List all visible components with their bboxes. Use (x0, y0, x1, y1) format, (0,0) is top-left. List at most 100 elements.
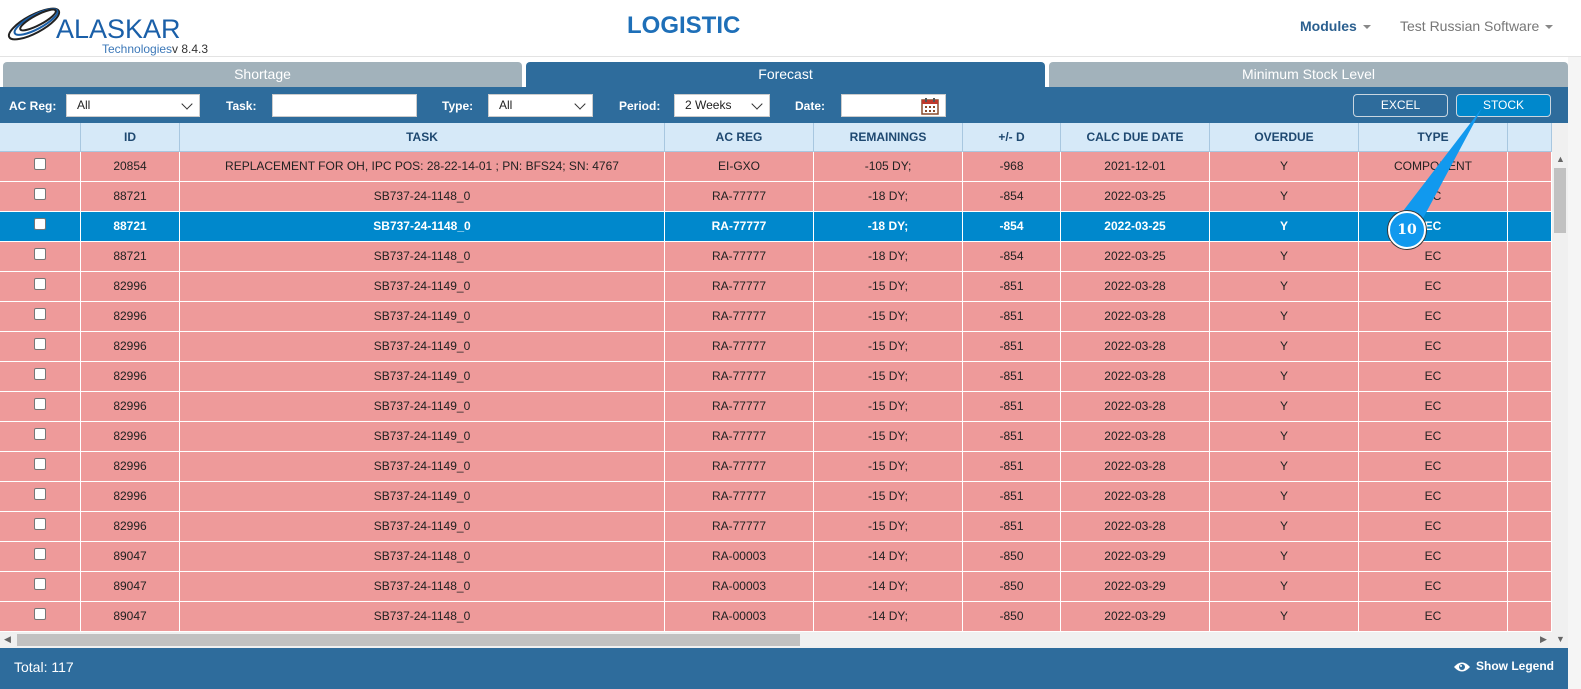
row-checkbox[interactable] (34, 367, 46, 380)
cell-overdue: Y (1210, 212, 1359, 241)
column-header-id[interactable]: ID (81, 123, 180, 151)
cell-remainings: -14 DY; (814, 602, 963, 631)
cell-remainings: -105 DY; (814, 152, 963, 181)
column-header-extra[interactable] (1508, 123, 1552, 151)
table-row[interactable]: 82996 SB737-24-1149_0 RA-77777 -15 DY; -851 2… (0, 272, 1552, 302)
cell-remainings: -15 DY; (814, 302, 963, 331)
row-checkbox[interactable] (34, 457, 46, 470)
cell-overdue: Y (1210, 542, 1359, 571)
tab-shortage[interactable]: Shortage (3, 62, 522, 87)
cell-type: EC (1359, 242, 1508, 271)
cell-id: 82996 (81, 272, 180, 301)
scroll-down-icon[interactable]: ▼ (1556, 634, 1565, 644)
cell-ac-reg: RA-77777 (665, 302, 814, 331)
column-header-select[interactable] (0, 123, 81, 151)
tab-forecast[interactable]: Forecast (526, 62, 1045, 87)
column-header-remainings[interactable]: REMAININGS (814, 123, 963, 151)
table-row[interactable]: 82996 SB737-24-1149_0 RA-77777 -15 DY; -851 2… (0, 452, 1552, 482)
row-checkbox[interactable] (34, 217, 46, 230)
cell-extra (1508, 182, 1552, 211)
row-checkbox[interactable] (34, 157, 46, 170)
alaskar-logo: ALASKAR Technologies v 8.4.3 (4, 4, 234, 56)
table-row[interactable]: 89047 SB737-24-1148_0 RA-00003 -14 DY; -850 2… (0, 602, 1552, 632)
date-input[interactable] (841, 94, 946, 117)
app-version: v 8.4.3 (172, 42, 209, 56)
chevron-down-icon (181, 98, 193, 110)
task-input[interactable] (272, 94, 417, 117)
table-row[interactable]: 89047 SB737-24-1148_0 RA-00003 -14 DY; -850 2… (0, 542, 1552, 572)
tab-minimum-stock-level[interactable]: Minimum Stock Level (1049, 62, 1568, 87)
column-header-ac-reg[interactable]: AC REG (665, 123, 814, 151)
table-row[interactable]: 20854 REPLACEMENT FOR OH, IPC POS: 28-22-… (0, 152, 1552, 182)
table-row[interactable]: 82996 SB737-24-1149_0 RA-77777 -15 DY; -851 2… (0, 332, 1552, 362)
scroll-right-icon[interactable]: ▶ (1540, 634, 1547, 645)
column-header-plus-minus-d[interactable]: +/- D (963, 123, 1061, 151)
column-header-task[interactable]: TASK (180, 123, 665, 151)
calendar-icon[interactable] (921, 97, 939, 115)
row-checkbox[interactable] (34, 517, 46, 530)
table-row[interactable]: 88721 SB737-24-1148_0 RA-77777 -18 DY; -854 2… (0, 212, 1552, 242)
scroll-left-icon[interactable]: ◀ (4, 634, 11, 645)
table-row[interactable]: 82996 SB737-24-1149_0 RA-77777 -15 DY; -851 2… (0, 392, 1552, 422)
row-checkbox[interactable] (34, 607, 46, 620)
user-menu[interactable]: Test Russian Software (1400, 18, 1554, 34)
cell-remainings: -18 DY; (814, 242, 963, 271)
ac-reg-select[interactable]: All (66, 94, 200, 117)
row-checkbox[interactable] (34, 397, 46, 410)
cell-overdue: Y (1210, 482, 1359, 511)
horizontal-scrollbar[interactable]: ◀ ▶ (0, 632, 1552, 648)
row-checkbox[interactable] (34, 427, 46, 440)
cell-extra (1508, 362, 1552, 391)
cell-extra (1508, 302, 1552, 331)
scroll-up-icon[interactable]: ▲ (1556, 154, 1565, 164)
cell-ac-reg: RA-77777 (665, 452, 814, 481)
cell-ac-reg: RA-77777 (665, 392, 814, 421)
type-label: Type: (442, 99, 474, 113)
row-checkbox[interactable] (34, 187, 46, 200)
vertical-scroll-thumb[interactable] (1554, 168, 1566, 233)
show-legend-label: Show Legend (1476, 659, 1554, 673)
row-select-cell (0, 482, 81, 511)
table-row[interactable]: 82996 SB737-24-1149_0 RA-77777 -15 DY; -851 2… (0, 362, 1552, 392)
vertical-scrollbar[interactable]: ▲ (1552, 152, 1568, 632)
column-header-type[interactable]: TYPE (1359, 123, 1508, 151)
cell-calc-due-date: 2022-03-28 (1061, 362, 1210, 391)
type-value: All (499, 98, 513, 112)
cell-id: 89047 (81, 542, 180, 571)
cell-extra (1508, 152, 1552, 181)
row-checkbox[interactable] (34, 337, 46, 350)
excel-button[interactable]: EXCEL (1353, 94, 1448, 117)
horizontal-scroll-thumb[interactable] (17, 634, 800, 646)
cell-id: 82996 (81, 392, 180, 421)
row-checkbox[interactable] (34, 547, 46, 560)
cell-ac-reg: RA-77777 (665, 272, 814, 301)
cell-extra (1508, 332, 1552, 361)
table-row[interactable]: 82996 SB737-24-1149_0 RA-77777 -15 DY; -851 2… (0, 482, 1552, 512)
page-scrollbar[interactable] (1568, 57, 1581, 689)
modules-menu[interactable]: Modules (1300, 18, 1371, 34)
row-checkbox[interactable] (34, 307, 46, 320)
column-header-overdue[interactable]: OVERDUE (1210, 123, 1359, 151)
table-row[interactable]: 82996 SB737-24-1149_0 RA-77777 -15 DY; -851 2… (0, 302, 1552, 332)
row-checkbox[interactable] (34, 577, 46, 590)
row-checkbox[interactable] (34, 487, 46, 500)
cell-plus-minus-d: -851 (963, 422, 1061, 451)
cell-remainings: -15 DY; (814, 272, 963, 301)
cell-id: 82996 (81, 482, 180, 511)
period-select[interactable]: 2 Weeks (674, 94, 770, 117)
table-row[interactable]: 89047 SB737-24-1148_0 RA-00003 -14 DY; -850 2… (0, 572, 1552, 602)
table-row[interactable]: 82996 SB737-24-1149_0 RA-77777 -15 DY; -851 2… (0, 422, 1552, 452)
cell-task: SB737-24-1148_0 (180, 572, 665, 601)
stock-button[interactable]: STOCK (1456, 94, 1551, 117)
show-legend-button[interactable]: Show Legend (1453, 659, 1554, 673)
table-row[interactable]: 82996 SB737-24-1149_0 RA-77777 -15 DY; -851 2… (0, 512, 1552, 542)
cell-extra (1508, 452, 1552, 481)
row-checkbox[interactable] (34, 277, 46, 290)
cell-task: SB737-24-1149_0 (180, 272, 665, 301)
type-select[interactable]: All (488, 94, 593, 117)
row-select-cell (0, 302, 81, 331)
table-row[interactable]: 88721 SB737-24-1148_0 RA-77777 -18 DY; -854 2… (0, 242, 1552, 272)
row-checkbox[interactable] (34, 247, 46, 260)
table-row[interactable]: 88721 SB737-24-1148_0 RA-77777 -18 DY; -854 2… (0, 182, 1552, 212)
column-header-calc-due-date[interactable]: CALC DUE DATE (1061, 123, 1210, 151)
